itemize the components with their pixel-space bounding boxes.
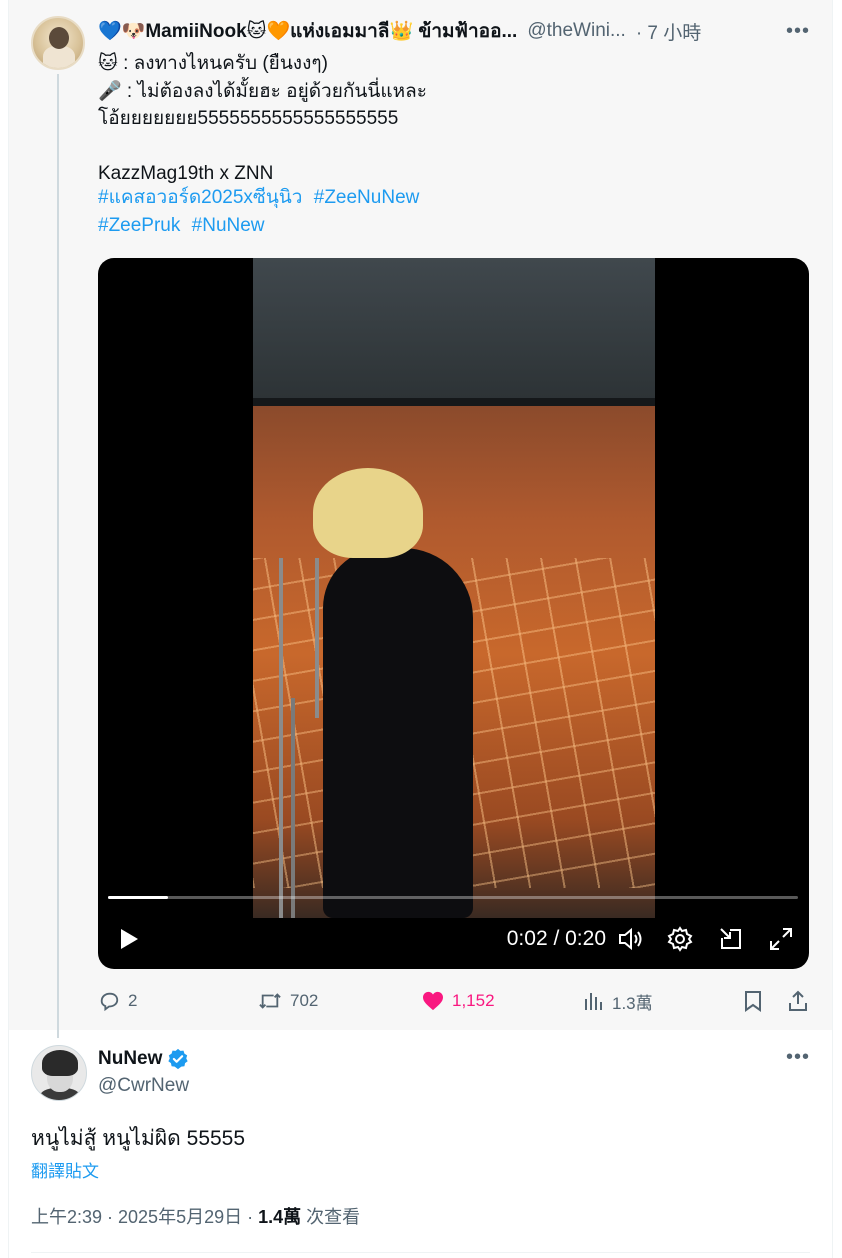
retweet-count: 702: [290, 991, 319, 1010]
main-author-avatar[interactable]: [31, 1045, 87, 1101]
views-button[interactable]: 1.3萬: [584, 986, 653, 1016]
mic-stand: [315, 558, 319, 718]
play-icon[interactable]: [114, 922, 144, 956]
thread-connector-line: [57, 74, 59, 1038]
stage-screen: [253, 258, 655, 398]
parent-tweet-header: 💙🐶MamiiNook🐱🧡แห่งเอมมาลี👑 ข้ามฟ้าออ... @…: [98, 18, 818, 44]
share-icon[interactable]: [787, 986, 817, 1016]
tweet-line: โอ้ยยยยยยย5555555555555555555: [98, 108, 399, 129]
column-border-right: [832, 0, 833, 1258]
reply-icon: [100, 992, 119, 1012]
mic-stand-base: [291, 698, 295, 918]
video-player[interactable]: 0:02 / 0:20: [98, 258, 809, 969]
hashtag-block: #แคสอวอร์ด2025xซีนุนิว #ZeeNuNew #ZeePru…: [98, 184, 425, 240]
retweet-button[interactable]: 702: [258, 986, 318, 1016]
tweet-metadata: 上午2:39 · 2025年5月29日 · 1.4萬 次查看: [31, 1203, 360, 1229]
reply-button[interactable]: 2: [98, 986, 137, 1016]
verified-badge-icon: [168, 1048, 189, 1070]
hashtag-link[interactable]: #ZeePruk: [98, 215, 180, 236]
main-author-name[interactable]: NuNew: [98, 1048, 162, 1070]
hashtag-row: #แคสอวอร์ด2025xซีนุนิว #ZeeNuNew: [98, 184, 425, 212]
performer-hair: [313, 468, 423, 558]
view-count-label: 次查看: [301, 1207, 361, 1227]
parent-author-avatar[interactable]: [31, 16, 85, 70]
avatar-head: [49, 27, 69, 49]
hashtag-link[interactable]: #NuNew: [192, 215, 265, 236]
more-horizontal-icon[interactable]: •••: [786, 1046, 810, 1069]
hashtag-link[interactable]: #แคสอวอร์ด2025xซีนุนิว: [98, 187, 302, 208]
video-time-readout: 0:02 / 0:20: [506, 927, 606, 950]
divider: [31, 1252, 810, 1253]
heart-filled-icon: [423, 991, 443, 1011]
fullscreen-icon[interactable]: [764, 922, 798, 956]
main-tweet-text: หนูไม่สู้ หนูไม่ผิด 55555: [31, 1127, 246, 1150]
like-count: 1,152: [452, 991, 495, 1010]
stage-bar: [253, 398, 655, 406]
parent-author-handle[interactable]: @theWini...: [527, 20, 625, 42]
mic-stand: [279, 558, 283, 918]
tweet-action-bar: 2 702 1,152 1.3萬: [98, 986, 813, 1016]
retweet-icon: [259, 993, 281, 1009]
hashtag-row: #ZeePruk #NuNew: [98, 212, 425, 240]
dock-icon[interactable]: [714, 922, 748, 956]
tweet-line: [98, 133, 427, 161]
avatar-figure: [43, 46, 75, 68]
video-progress-bar[interactable]: [108, 896, 798, 899]
tweet-line: 🐱 : ลงทางไหนครับ (ยืนงงๆ): [98, 53, 328, 74]
analytics-bars-icon: [585, 993, 602, 1010]
tweet-timestamp[interactable]: 上午2:39 · 2025年5月29日 ·: [31, 1207, 258, 1227]
translate-post-link[interactable]: 翻譯貼文: [31, 1157, 99, 1182]
parent-author-name[interactable]: 💙🐶MamiiNook🐱🧡แห่งเอมมาลี👑 ข้ามฟ้าออ...: [98, 16, 517, 46]
parent-tweet-text: 🐱 : ลงทางไหนครับ (ยืนงงๆ) 🎤 : ไม่ต้องลงได…: [98, 50, 427, 188]
tweet-line: 🎤 : ไม่ต้องลงได้มั้ยฮะ อยู่ด้วยกันนี่แหล…: [98, 80, 427, 102]
parent-tweet-time[interactable]: · 7 小時: [636, 18, 701, 45]
settings-gear-icon[interactable]: [663, 922, 697, 956]
bookmark-icon[interactable]: [744, 986, 770, 1016]
video-progress-fill: [108, 896, 169, 899]
video-frame: [253, 258, 655, 918]
more-horizontal-icon[interactable]: •••: [786, 20, 810, 43]
hashtag-link[interactable]: #ZeeNuNew: [314, 187, 420, 208]
volume-icon[interactable]: [614, 922, 648, 956]
main-author-handle[interactable]: @CwrNew: [98, 1075, 189, 1097]
tweet-thread-page: 💙🐶MamiiNook🐱🧡แห่งเอมมาลี👑 ข้ามฟ้าออ... @…: [0, 0, 842, 1258]
view-count: 1.4萬: [258, 1207, 302, 1227]
reply-count: 2: [128, 991, 138, 1010]
performer-figure: [323, 548, 473, 918]
main-tweet-header: NuNew: [98, 1046, 189, 1072]
like-button[interactable]: 1,152: [422, 986, 495, 1016]
views-count: 1.3萬: [612, 993, 653, 1013]
avatar-hair: [42, 1050, 78, 1076]
